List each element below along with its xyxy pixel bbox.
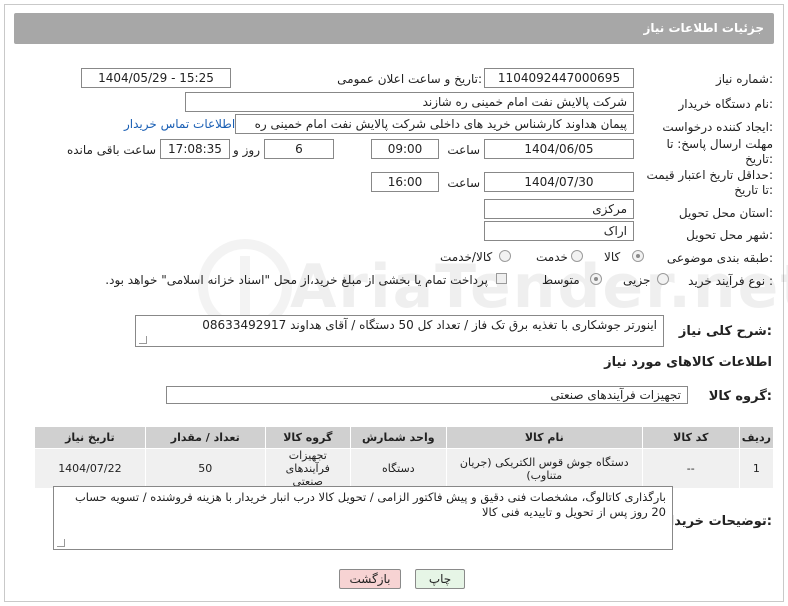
col-unit: واحد شمارش [349,426,447,449]
process-radio-minor[interactable] [657,273,669,285]
page-header: جزئیات اطلاعات نیاز [14,13,774,44]
table-row: 1 -- دستگاه جوش قوس الکتریکی (جریان متنا… [34,448,775,489]
need-number-label: شماره نیاز: [715,72,773,86]
cell-unit: دستگاه [349,448,447,489]
category-option-goods: کالا [604,250,621,264]
remaining-label: ساعت باقی مانده [66,143,156,157]
col-group: گروه کالا [264,426,351,449]
goods-section-title: اطلاعات کالاهای مورد نیاز [604,355,772,370]
category-radio-service[interactable] [571,250,583,262]
city-field: اراک [484,221,634,241]
category-radio-goods[interactable] [632,250,644,262]
category-option-service: خدمت [536,250,568,264]
treasury-checkbox[interactable] [496,273,507,284]
category-option-goods-service: کالا/خدمت [440,250,493,264]
cell-name: دستگاه جوش قوس الکتریکی (جریان متناوب) [445,448,643,489]
price-time-label: ساعت [447,176,480,190]
col-code: کد کالا [641,426,740,449]
buyer-label: نام دستگاه خریدار: [678,97,774,111]
goods-table-header: ردیف کد کالا نام کالا واحد شمارش گروه کا… [34,426,775,449]
days-field: 6 [264,139,334,159]
province-field: مرکزی [484,199,634,219]
description-resize-handle[interactable] [139,336,147,344]
description-label: شرح کلی نیاز: [678,324,772,339]
deadline-label-line1: مهلت ارسال پاسخ: تا [666,137,773,151]
price-date-field: 1404/07/30 [484,172,634,192]
process-label: نوع فرآیند خرید : [688,274,773,288]
goods-group-field: تجهیزات فرآیندهای صنعتی [166,386,688,404]
buyer-notes-label: توضیحات خریدار: [662,514,772,529]
announce-label: تاریخ و ساعت اعلان عمومی: [337,72,482,86]
process-radio-medium[interactable] [590,273,602,285]
col-qty: تعداد / مقدار [144,426,266,449]
deadline-time-field: 09:00 [371,139,439,159]
buyer-notes-resize-handle[interactable] [57,539,65,547]
deadline-label-line2: تاریخ: [745,152,773,166]
col-row: ردیف [738,426,775,449]
col-name: نام کالا [445,426,643,449]
cell-code: -- [641,448,740,489]
category-label: طبقه بندی موضوعی: [666,251,773,265]
remaining-time-field: 17:08:35 [160,139,230,159]
category-radio-goods-service[interactable] [499,250,511,262]
cell-group: تجهیزات فرآیندهای صنعتی [264,448,351,489]
process-option-minor: جزیی [623,273,651,287]
deadline-time-label: ساعت [447,143,480,157]
creator-label: ایجاد کننده درخواست: [662,120,773,134]
page-title: جزئیات اطلاعات نیاز [643,21,764,35]
days-label: روز و [233,143,260,157]
cell-date: 1404/07/22 [34,448,146,489]
description-field: اینورتر جوشکاری با تغذیه برق تک فاز / تع… [135,315,664,347]
cell-row: 1 [738,448,775,489]
payment-note: پرداخت تمام یا بخشی از مبلغ خرید،از محل … [105,273,488,287]
announce-field: 1404/05/29 - 15:25 [81,68,231,88]
cell-qty: 50 [144,448,266,489]
goods-group-label: گروه کالا: [708,389,772,404]
price-time-field: 16:00 [371,172,439,192]
buyer-field: شرکت پالایش نفت امام خمینی ره شازند [185,92,634,112]
price-validity-label-line1: حداقل تاریخ اعتبار قیمت: [646,168,773,182]
buyer-notes-field: بارگذاری کاتالوگ، مشخصات فنی دقیق و پیش … [53,486,673,550]
price-validity-label-line2: تا تاریخ: [734,183,773,197]
print-button[interactable]: چاپ [415,569,465,589]
need-number-field: 1104092447000695 [484,68,634,88]
buyer-contact-link[interactable]: اطلاعات تماس خریدار [124,117,235,131]
province-label: استان محل تحویل: [678,206,773,220]
process-option-medium: متوسط [542,273,580,287]
city-label: شهر محل تحویل: [686,228,773,242]
goods-table: ردیف کد کالا نام کالا واحد شمارش گروه کا… [34,426,775,489]
deadline-date-field: 1404/06/05 [484,139,634,159]
back-button[interactable]: بازگشت [339,569,401,589]
col-date: تاریخ نیاز [34,426,146,449]
creator-field: پیمان هداوند کارشناس خرید های داخلی شرکت… [235,114,634,134]
